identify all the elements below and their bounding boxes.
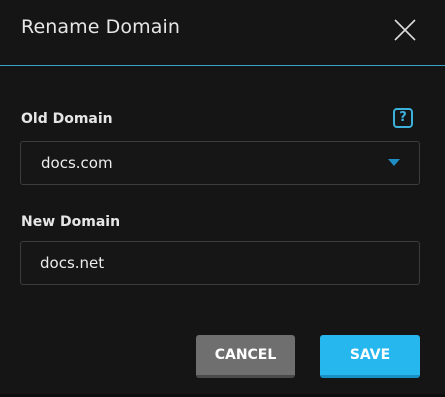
old-domain-selected-value: docs.com: [41, 154, 113, 172]
caret-down-icon: [388, 159, 400, 166]
new-domain-input[interactable]: [20, 241, 420, 285]
old-domain-label: Old Domain: [21, 111, 113, 127]
dialog-title: Rename Domain: [21, 16, 180, 38]
save-button[interactable]: SAVE: [320, 335, 420, 378]
cancel-button[interactable]: CANCEL: [196, 335, 295, 378]
dialog-header: Rename Domain: [0, 0, 445, 64]
header-divider: [0, 65, 445, 66]
help-icon[interactable]: ?: [393, 108, 413, 128]
rename-domain-dialog: Rename Domain Old Domain ? docs.com New …: [0, 0, 445, 397]
old-domain-select[interactable]: docs.com: [20, 141, 420, 185]
new-domain-label: New Domain: [21, 214, 121, 230]
close-icon[interactable]: [392, 17, 418, 43]
